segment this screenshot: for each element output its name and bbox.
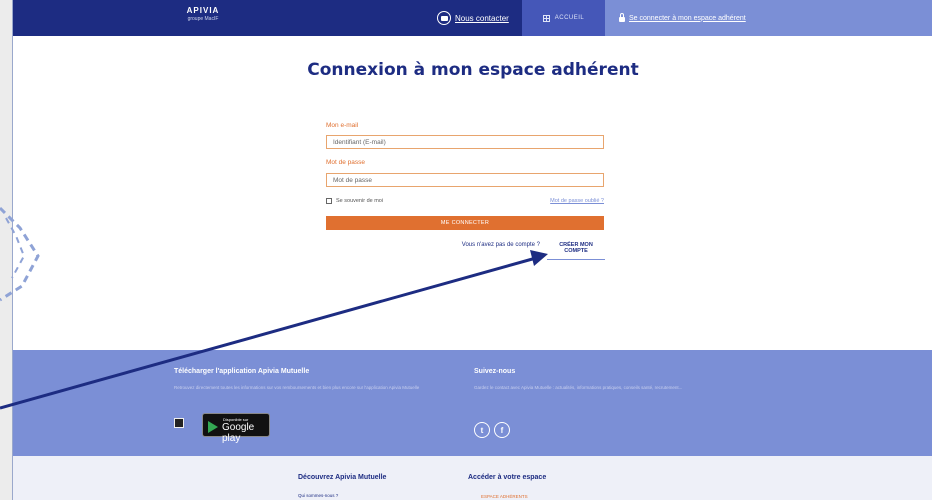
no-account-text: Vous n'avez pas de compte ?: [461, 242, 540, 248]
remember-me[interactable]: Se souvenir de moi: [326, 198, 383, 204]
twitter-icon[interactable]: t: [474, 422, 490, 438]
facebook-icon[interactable]: f: [494, 422, 510, 438]
remember-checkbox[interactable]: [326, 198, 332, 204]
discover-title: Découvrez Apivia Mutuelle: [298, 474, 387, 481]
footer-app-section: Télécharger l'application Apivia Mutuell…: [13, 350, 932, 456]
app-section-title: Télécharger l'application Apivia Mutuell…: [174, 368, 310, 375]
email-field[interactable]: [326, 135, 604, 149]
social-section-text: Gardez le contact avec Apivia Mutuelle :…: [474, 385, 683, 390]
password-label: Mot de passe: [326, 159, 366, 166]
logo-main-text: APIVIA: [186, 6, 220, 15]
apivia-logo[interactable]: APIVIA groupe MacIF: [173, 6, 233, 30]
login-nav-label: Se connecter à mon espace adhérent: [629, 14, 746, 22]
browser-page: APIVIA groupe MacIF Nous contacter ACCUE…: [12, 0, 932, 500]
contact-link[interactable]: Nous contacter: [437, 10, 509, 26]
top-navigation-bar: APIVIA groupe MacIF Nous contacter ACCUE…: [13, 0, 932, 36]
lock-icon: [619, 12, 625, 22]
home-grid-icon: [542, 14, 550, 22]
create-account-link[interactable]: CRÉER MON COMPTE: [547, 242, 605, 260]
app-store-icon[interactable]: [174, 418, 184, 428]
google-play-badge[interactable]: Disponible sur Google play: [202, 413, 270, 444]
remember-label: Se souvenir de moi: [336, 198, 384, 204]
who-are-we-link[interactable]: Qui sommes-nous ?: [298, 493, 338, 498]
member-space-link[interactable]: ESPACE ADHÉRENTS: [481, 494, 528, 499]
login-button[interactable]: ME CONNECTER: [326, 216, 604, 230]
forgot-password-link[interactable]: Mot de passe oublié ?: [523, 198, 604, 204]
login-nav-item[interactable]: Se connecter à mon espace adhérent: [605, 0, 932, 36]
app-section-text: Retrouvez directement toutes les informa…: [174, 385, 420, 390]
password-field[interactable]: [326, 173, 604, 187]
home-label: ACCUEIL: [554, 15, 585, 21]
page-title: Connexion à mon espace adhérent: [307, 60, 639, 80]
contact-label: Nous contacter: [455, 13, 509, 23]
logo-sub-text: groupe MacIF: [187, 16, 219, 22]
access-title: Accéder à votre espace: [468, 474, 547, 481]
gplay-big-text: Google play: [222, 422, 255, 444]
email-label: Mon e-mail: [326, 122, 359, 129]
mail-icon: [437, 11, 451, 25]
social-section-title: Suivez-nous: [474, 368, 516, 375]
footer-links-section: Découvrez Apivia Mutuelle Qui sommes-nou…: [13, 456, 932, 500]
play-icon: [208, 421, 218, 433]
home-nav-item[interactable]: ACCUEIL: [522, 0, 605, 36]
